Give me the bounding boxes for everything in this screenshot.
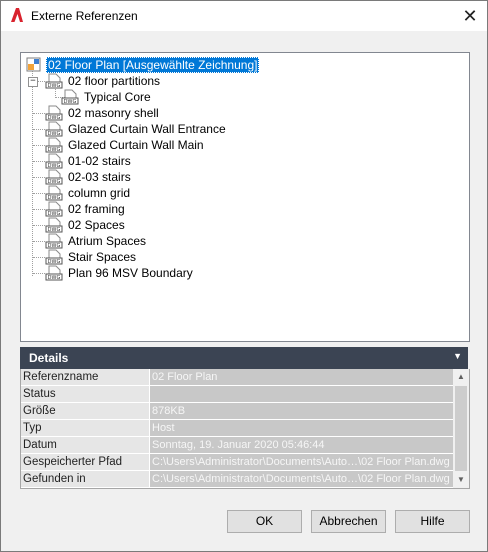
xref-tree[interactable]: 02 Floor Plan [Ausgewählte Zeichnung] − … bbox=[20, 52, 470, 342]
dwg-file-icon: DWG bbox=[45, 73, 63, 89]
autocad-logo-icon bbox=[11, 8, 23, 22]
property-name: Datum bbox=[21, 437, 149, 454]
drawing-host-icon bbox=[26, 57, 41, 72]
property-value: 878KB bbox=[150, 403, 454, 420]
collapse-icon[interactable]: − bbox=[28, 77, 38, 87]
dwg-file-icon: DWG bbox=[45, 201, 63, 217]
details-header[interactable]: Details ▼ bbox=[20, 347, 468, 369]
tree-line bbox=[33, 145, 45, 146]
tree-item-label: 02-03 stairs bbox=[68, 170, 131, 184]
tree-root-label: 02 Floor Plan [Ausgewählte Zeichnung] bbox=[46, 57, 260, 73]
property-name: Referenzname bbox=[21, 369, 149, 386]
cancel-button[interactable]: Abbrechen bbox=[311, 510, 386, 533]
property-value: Host bbox=[150, 420, 454, 437]
property-value: C:\Users\Administrator\Documents\Auto…\0… bbox=[150, 471, 454, 488]
tree-item-label: column grid bbox=[68, 186, 131, 200]
dwg-file-icon: DWG bbox=[45, 105, 63, 121]
scroll-thumb[interactable] bbox=[455, 386, 467, 471]
svg-text:DWG: DWG bbox=[48, 275, 61, 281]
details-panel: Referenzname 02 Floor Plan Status Größe … bbox=[20, 369, 470, 489]
svg-text:DWG: DWG bbox=[48, 83, 61, 89]
tree-item-label: Stair Spaces bbox=[68, 250, 137, 264]
property-value: C:\Users\Administrator\Documents\Auto…\0… bbox=[150, 454, 454, 471]
dwg-file-icon: DWG bbox=[45, 153, 63, 169]
property-row[interactable]: Datum Sonntag, 19. Januar 2020 05:46:44 bbox=[21, 437, 454, 454]
xref-dialog: Externe Referenzen ✕ 02 Floor Plan [Ausg… bbox=[0, 0, 488, 552]
dwg-file-icon: DWG bbox=[45, 137, 63, 153]
dwg-file-icon: DWG bbox=[45, 265, 63, 281]
dwg-file-icon: DWG bbox=[45, 233, 63, 249]
tree-line bbox=[33, 161, 45, 162]
property-name: Typ bbox=[21, 420, 149, 437]
tree-item-label: Typical Core bbox=[84, 90, 151, 104]
ok-button[interactable]: OK bbox=[227, 510, 302, 533]
dwg-file-icon: DWG bbox=[45, 217, 63, 233]
scroll-up-icon[interactable]: ▲ bbox=[453, 369, 469, 385]
tree-line bbox=[33, 273, 45, 274]
tree-item-label: 02 Spaces bbox=[68, 218, 125, 232]
window-title: Externe Referenzen bbox=[31, 9, 138, 23]
tree-line bbox=[37, 81, 45, 82]
property-row[interactable]: Referenzname 02 Floor Plan bbox=[21, 369, 454, 386]
tree-item-label: 02 framing bbox=[68, 202, 125, 216]
title-bar[interactable]: Externe Referenzen ✕ bbox=[1, 1, 487, 31]
property-name: Gespeicherter Pfad bbox=[21, 454, 149, 471]
dwg-file-icon: DWG bbox=[45, 121, 63, 137]
property-value bbox=[150, 386, 454, 403]
details-title: Details bbox=[29, 351, 69, 365]
tree-line bbox=[33, 177, 45, 178]
tree-item-label: Glazed Curtain Wall Entrance bbox=[68, 122, 226, 136]
close-icon[interactable]: ✕ bbox=[453, 1, 487, 31]
tree-item-label: 02 masonry shell bbox=[68, 106, 159, 120]
dwg-file-icon: DWG bbox=[61, 89, 79, 105]
property-row[interactable]: Typ Host bbox=[21, 420, 454, 437]
property-row[interactable]: Gefunden in C:\Users\Administrator\Docum… bbox=[21, 471, 454, 488]
tree-line bbox=[33, 257, 45, 258]
property-name: Größe bbox=[21, 403, 149, 420]
dwg-file-icon: DWG bbox=[45, 169, 63, 185]
tree-item-label: Plan 96 MSV Boundary bbox=[68, 266, 193, 280]
tree-line bbox=[33, 225, 45, 226]
tree-line bbox=[33, 241, 45, 242]
tree-item-label: 01-02 stairs bbox=[68, 154, 131, 168]
tree-item-label: Glazed Curtain Wall Main bbox=[68, 138, 204, 152]
tree-line bbox=[33, 209, 45, 210]
property-row[interactable]: Gespeicherter Pfad C:\Users\Administrato… bbox=[21, 454, 454, 471]
property-name: Status bbox=[21, 386, 149, 403]
property-value: 02 Floor Plan bbox=[150, 369, 454, 386]
property-row[interactable]: Status bbox=[21, 386, 454, 403]
tree-line bbox=[33, 113, 45, 114]
help-button[interactable]: Hilfe bbox=[395, 510, 470, 533]
collapse-details-icon[interactable]: ▼ bbox=[453, 351, 462, 361]
tree-line bbox=[33, 129, 45, 130]
tree-line bbox=[33, 193, 45, 194]
dwg-file-icon: DWG bbox=[45, 185, 63, 201]
scroll-down-icon[interactable]: ▼ bbox=[453, 472, 469, 488]
details-scrollbar[interactable]: ▲ ▼ bbox=[453, 369, 469, 488]
tree-item-label: Atrium Spaces bbox=[68, 234, 147, 248]
tree-item-label: 02 floor partitions bbox=[68, 74, 161, 88]
property-value: Sonntag, 19. Januar 2020 05:46:44 bbox=[150, 437, 454, 454]
property-row[interactable]: Größe 878KB bbox=[21, 403, 454, 420]
property-name: Gefunden in bbox=[21, 471, 149, 488]
tree-line bbox=[32, 71, 33, 276]
dwg-file-icon: DWG bbox=[45, 249, 63, 265]
